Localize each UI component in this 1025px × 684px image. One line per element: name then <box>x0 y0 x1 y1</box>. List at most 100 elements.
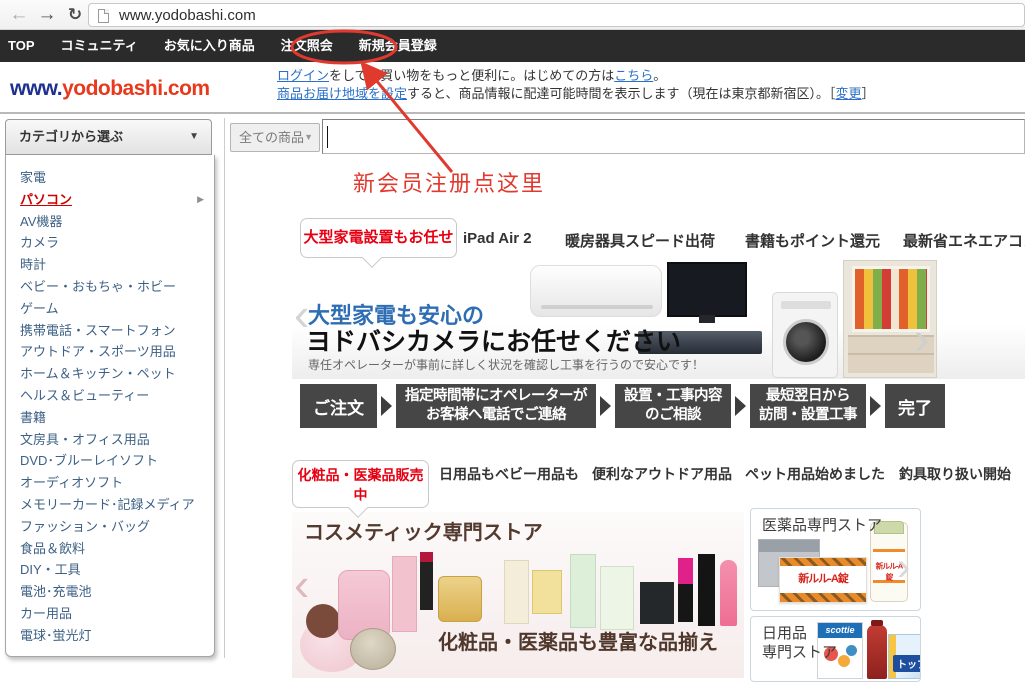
chevron-down-icon: ▼ <box>189 120 199 154</box>
category-item-av[interactable]: AV機器 <box>6 211 214 233</box>
cosmetic-product-image <box>350 628 396 670</box>
category-item-game[interactable]: ゲーム <box>6 298 214 320</box>
tab-large-appliance-install[interactable]: 大型家電設置もお任せ <box>300 218 457 258</box>
page-icon <box>98 9 109 23</box>
nav-item-favorites[interactable]: お気に入り商品 <box>151 30 268 62</box>
category-dropdown-label: カテゴリから選ぶ <box>19 129 123 144</box>
step-arrow-icon <box>600 396 611 416</box>
category-item-stationery[interactable]: 文房具・オフィス用品 <box>6 429 214 451</box>
banner2-caption: 化粧品・医薬品も豊富な品揃え <box>438 626 718 655</box>
site-header: www.yodobashi.com ログインをしてお買い物をもっと便利に。はじめ… <box>0 62 1025 112</box>
tab-heater-fast-shipping[interactable]: 暖房器具スピード出荷 <box>565 230 715 251</box>
header-info-text: ログインをしてお買い物をもっと便利に。はじめての方はこちら。 商品お届け地域を設… <box>277 67 875 103</box>
tab-pet-goods[interactable]: ペット用品始めました <box>744 464 886 484</box>
category-item-battery[interactable]: 電池･充電池 <box>6 581 214 603</box>
nav-item-top[interactable]: TOP <box>8 30 48 62</box>
category-dropdown-panel: 家電 パソコン▶ AV機器 カメラ 時計 ベビー・おもちゃ・ホビー ゲーム 携帯… <box>5 155 215 657</box>
header-line1-text: をしてお買い物をもっと便利に。はじめての方は <box>329 68 614 83</box>
category-item-pasokon[interactable]: パソコン▶ <box>6 189 214 211</box>
category-item-home-kitchen[interactable]: ホーム＆キッチン・ペット <box>6 363 214 385</box>
step-arrow-icon <box>735 396 746 416</box>
step-arrow-icon <box>870 396 881 416</box>
category-item-camera[interactable]: カメラ <box>6 232 214 254</box>
search-input[interactable] <box>322 119 1025 154</box>
medicine-box-image: 新ルル-A錠 <box>779 557 867 603</box>
category-item-health-beauty[interactable]: ヘルス＆ビューティー <box>6 385 214 407</box>
header-line-2: 商品お届け地域を設定すると、商品情報に配達可能時間を表示します（現在は東京都新宿… <box>277 85 875 103</box>
step-arrow-icon <box>381 396 392 416</box>
first-time-here-link[interactable]: こちら <box>614 68 653 83</box>
nav-item-new-member-registration[interactable]: 新規会員登録 <box>346 30 450 62</box>
step-operator-call: 指定時間帯にオペレーターがお客様へ電話でご連絡 <box>396 384 596 428</box>
category-item-diy[interactable]: DIY・工具 <box>6 559 214 581</box>
category-item-lightbulb[interactable]: 電球･蛍光灯 <box>6 625 214 647</box>
tab-fishing-gear[interactable]: 釣具取り扱い開始 <box>893 464 1017 484</box>
category-item-baby[interactable]: ベビー・おもちゃ・ホビー <box>6 276 214 298</box>
install-flow-steps: ご注文 指定時間帯にオペレーターがお客様へ電話でご連絡 設置・工事内容のご相談 … <box>300 383 960 429</box>
banner1-subtitle: 専任オペレーターが事前に詳しく状況を確認し工事を行うので安心です！ <box>308 356 704 373</box>
cosmetic-product-image <box>640 582 674 624</box>
search-scope-select[interactable]: 全ての商品 ▼ <box>230 123 320 152</box>
cosmetic-product-image <box>698 554 715 626</box>
medicine-store-panel[interactable]: 新ルル-A錠 新ルル-A錠 医薬品専門ストア › <box>750 508 921 611</box>
tab-energy-saving-aircon[interactable]: 最新省エネエアコン <box>903 230 1025 251</box>
back-icon[interactable]: ← <box>6 2 32 28</box>
cosmetic-product-image <box>504 560 529 624</box>
carousel-right-icon[interactable]: › <box>914 318 929 358</box>
header-line-1: ログインをしてお買い物をもっと便利に。はじめての方はこちら。 <box>277 67 875 85</box>
category-item-food[interactable]: 食品＆飲料 <box>6 538 214 560</box>
chevron-down-icon: ▼ <box>304 124 313 151</box>
cosmetics-promo-banner[interactable]: ‹ コスメティック専門ストア 化粧品・医薬品も豊富な品揃え <box>292 512 744 678</box>
url-text[interactable]: www.yodobashi.com <box>119 7 256 24</box>
change-link[interactable]: 変更 <box>836 86 862 101</box>
carousel-right-icon[interactable]: › <box>897 549 910 585</box>
cosmetic-product-image <box>420 552 433 610</box>
tab-ipad-air-2[interactable]: iPad Air 2 <box>463 230 532 247</box>
nav-item-order-status[interactable]: 注文照会 <box>268 30 346 62</box>
step-consultation: 設置・工事内容のご相談 <box>615 384 731 428</box>
daily-goods-store-panel[interactable]: scottie トップ 日用品専門ストア <box>750 616 921 682</box>
column-divider <box>224 118 225 658</box>
category-item-mobile[interactable]: 携帯電話・スマートフォン <box>6 320 214 342</box>
carousel-left-icon[interactable]: ‹ <box>294 564 309 604</box>
category-item-dvd[interactable]: DVD･ブルーレイソフト <box>6 450 214 472</box>
category-item-books[interactable]: 書籍 <box>6 407 214 429</box>
daily-goods-store-title: 日用品専門ストア <box>762 624 837 662</box>
detergent-label: トップ <box>893 655 921 672</box>
category-item-memory-card[interactable]: メモリーカード･記録メディア <box>6 494 214 516</box>
search-scope-label: 全ての商品 <box>239 130 304 145</box>
air-conditioner-image <box>530 265 662 317</box>
delivery-area-link[interactable]: 商品お届け地域を設定 <box>277 86 407 101</box>
category-item-outdoor[interactable]: アウトドア・スポーツ用品 <box>6 341 214 363</box>
category-item-audio-soft[interactable]: オーディオソフト <box>6 472 214 494</box>
logo-domain: yodobashi.com <box>62 77 210 100</box>
top-nav: TOP コミュニティ お気に入り商品 注文照会 新規会員登録 <box>0 30 1025 62</box>
detergent-box-image: トップ <box>888 634 921 679</box>
category-item-kaden[interactable]: 家電 <box>6 167 214 189</box>
category-item-tokei[interactable]: 時計 <box>6 254 214 276</box>
tv-image <box>667 262 747 317</box>
category-item-fashion[interactable]: ファッション・バッグ <box>6 516 214 538</box>
reload-icon[interactable]: ↻ <box>62 2 88 28</box>
page: ← → ↻ www.yodobashi.com TOP コミュニティ お気に入り… <box>0 0 1025 684</box>
tab-daily-baby-goods[interactable]: 日用品もベビー用品も <box>438 464 580 484</box>
appliance-promo-banner[interactable]: ‹ 大型家電も安心の ヨドバシカメラにお任せください 専任オペレーターが事前に詳… <box>292 260 1025 379</box>
tab-cosmetics-medicine[interactable]: 化粧品・医薬品販売中 <box>292 460 429 508</box>
yodobashi-logo[interactable]: www.yodobashi.com <box>10 77 210 101</box>
category-dropdown-button[interactable]: カテゴリから選ぶ ▼ <box>5 119 212 155</box>
tab-outdoor-goods[interactable]: 便利なアウトドア用品 <box>591 464 733 484</box>
header-divider <box>0 112 1025 114</box>
cosmetic-product-image <box>600 566 634 630</box>
login-link[interactable]: ログイン <box>277 68 329 83</box>
cosmetic-product-image <box>532 570 562 614</box>
washing-machine-image <box>772 292 838 378</box>
cosmetic-product-image <box>392 556 417 632</box>
cosmetic-product-image <box>570 554 596 628</box>
cosmetic-product-image <box>438 576 482 622</box>
address-bar[interactable]: www.yodobashi.com <box>88 3 1025 27</box>
text-caret <box>327 126 328 148</box>
forward-icon[interactable]: → <box>34 2 60 28</box>
nav-item-community[interactable]: コミュニティ <box>48 30 151 62</box>
tab-books-points[interactable]: 書籍もポイント還元 <box>745 230 880 251</box>
category-item-car[interactable]: カー用品 <box>6 603 214 625</box>
